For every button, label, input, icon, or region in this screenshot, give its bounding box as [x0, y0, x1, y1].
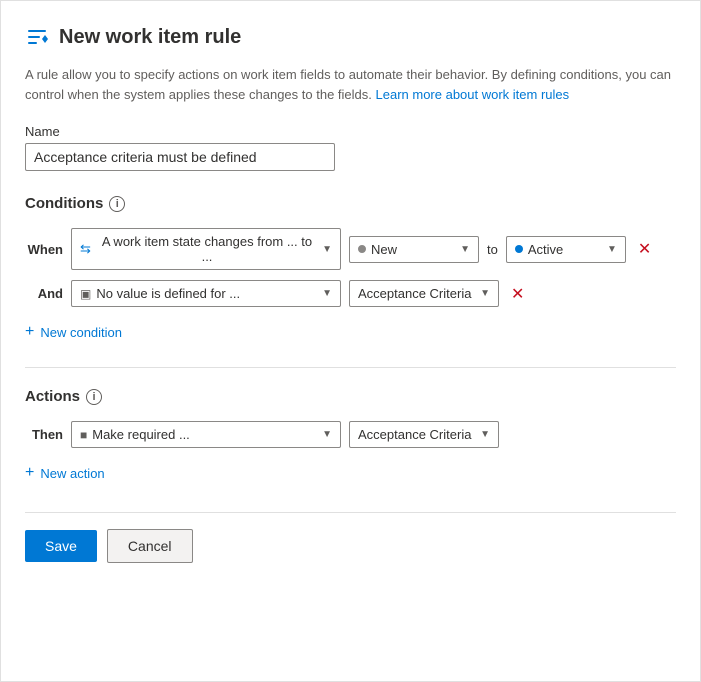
new-condition-plus-icon: +: [25, 323, 34, 341]
then-label: Then: [25, 427, 63, 442]
to-value-btn[interactable]: Active ▼: [506, 236, 626, 263]
arrows-icon: ⇆: [80, 241, 91, 257]
when-dropdown-btn[interactable]: ⇆ A work item state changes from ... to …: [71, 228, 341, 270]
to-label: to: [487, 242, 498, 257]
and-field-btn[interactable]: Acceptance Criteria ▼: [349, 280, 499, 307]
conditions-info-icon[interactable]: i: [109, 196, 125, 212]
then-chevron-icon: ▼: [322, 429, 332, 440]
name-input[interactable]: [25, 143, 335, 171]
and-condition-row: And ▣ No value is defined for ... ▼ Acce…: [25, 280, 676, 307]
and-field-chevron-icon: ▼: [480, 288, 490, 299]
then-field-chevron-icon: ▼: [480, 429, 490, 440]
when-chevron-icon: ▼: [322, 244, 332, 255]
learn-more-link[interactable]: Learn more about work item rules: [376, 87, 570, 102]
footer: Save Cancel: [25, 512, 676, 563]
from-chevron-icon: ▼: [460, 244, 470, 255]
actions-title: Actions: [25, 388, 80, 405]
cancel-button[interactable]: Cancel: [107, 529, 193, 563]
new-action-plus-icon: +: [25, 464, 34, 482]
and-dropdown-btn[interactable]: ▣ No value is defined for ... ▼: [71, 280, 341, 307]
page-title: New work item rule: [59, 26, 241, 49]
and-label: And: [25, 286, 63, 301]
section-divider: [25, 367, 676, 368]
when-delete-btn[interactable]: ✕: [634, 237, 655, 261]
new-action-btn[interactable]: + New action: [25, 458, 105, 488]
rule-icon: [25, 25, 49, 49]
then-dropdown-btn[interactable]: ■ Make required ... ▼: [71, 421, 341, 448]
page-description: A rule allow you to specify actions on w…: [25, 65, 676, 104]
and-delete-btn[interactable]: ✕: [507, 282, 528, 306]
actions-info-icon[interactable]: i: [86, 389, 102, 405]
new-condition-btn[interactable]: + New condition: [25, 317, 122, 347]
to-chevron-icon: ▼: [607, 244, 617, 255]
then-field-btn[interactable]: Acceptance Criteria ▼: [349, 421, 499, 448]
when-condition-row: When ⇆ A work item state changes from ..…: [25, 228, 676, 270]
active-status-dot: [515, 245, 523, 253]
then-action-row: Then ■ Make required ... ▼ Acceptance Cr…: [25, 421, 676, 448]
from-value-btn[interactable]: New ▼: [349, 236, 479, 263]
novalue-icon: ▣: [80, 287, 91, 301]
conditions-title: Conditions: [25, 195, 103, 212]
save-button[interactable]: Save: [25, 530, 97, 562]
and-chevron-icon: ▼: [322, 288, 332, 299]
name-label: Name: [25, 124, 676, 139]
makerequired-icon: ■: [80, 428, 87, 442]
new-status-dot: [358, 245, 366, 253]
when-label: When: [25, 242, 63, 257]
